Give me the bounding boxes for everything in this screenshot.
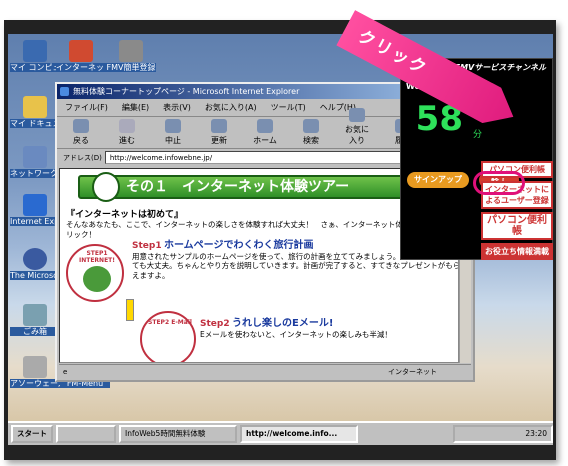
computer-icon	[23, 40, 47, 62]
system-tray: 23:20	[453, 425, 553, 443]
desktop-icon-recycle-bin[interactable]: ごみ箱	[10, 304, 60, 336]
desktop-icon-my-computer[interactable]: マイ コンピュータ	[10, 40, 60, 72]
menu-edit[interactable]: 編集(E)	[122, 99, 149, 116]
start-button[interactable]: スタート	[11, 425, 53, 443]
search-icon	[303, 119, 319, 133]
divider-marker	[126, 299, 134, 321]
desktop-icon-msn[interactable]: The Microsoft Network (J)	[10, 248, 60, 280]
search-button[interactable]: 検索	[297, 119, 325, 146]
task-infoweb[interactable]: InfoWeb5時間無料体験	[119, 425, 237, 443]
menu-tools[interactable]: ツール(T)	[271, 99, 306, 116]
step1-stamp[interactable]: STEP1 INTERNET!	[66, 244, 124, 302]
msn-icon	[23, 248, 47, 270]
ie-small-icon	[60, 87, 69, 96]
network-icon	[23, 146, 47, 168]
desktop-icon-fmv-register[interactable]: FMV簡単登録	[106, 40, 156, 72]
step2-block[interactable]: Step2 うれし楽しのEメール! Eメールを使わないと、インターネットの楽しみ…	[200, 318, 458, 339]
quit-highlight-ring	[473, 171, 525, 195]
address-label: アドレス(D)	[63, 153, 102, 162]
page-heading: 『インターネットは初めて』	[66, 210, 184, 220]
step1-link[interactable]: ホームページでわくわく旅行計画	[164, 240, 314, 251]
menu-view[interactable]: 表示(V)	[163, 99, 191, 116]
signup-button[interactable]: サインアップ	[407, 172, 469, 188]
ie-icon	[23, 194, 47, 216]
home-button[interactable]: ホーム	[251, 119, 279, 146]
tour-banner[interactable]: その１ インターネット体験ツアー	[78, 172, 448, 202]
mascot-icon	[83, 266, 111, 292]
recycle-bin-icon	[23, 304, 47, 326]
desktop-icon-my-documents[interactable]: マイ ドキュメント	[10, 96, 60, 128]
menu-file[interactable]: ファイル(F)	[65, 99, 108, 116]
stop-button[interactable]: 中止	[159, 119, 187, 146]
favorites-icon	[349, 108, 365, 122]
desktop-icon-network[interactable]: ネットワーク コンピュータ	[10, 146, 60, 178]
sidebar-item-handbook[interactable]: パソコン便利帳	[481, 212, 553, 240]
sidebar-item-tips[interactable]: お役立ち情報満載	[481, 243, 553, 260]
status-bar: e インターネット	[59, 364, 471, 378]
status-page-icon: e	[63, 368, 68, 376]
timer-unit: 分	[473, 130, 483, 140]
refresh-button[interactable]: 更新	[205, 119, 233, 146]
connect-icon	[69, 40, 93, 62]
back-arrow-icon	[73, 119, 89, 133]
window-title: 無料体験コーナートップページ - Microsoft Internet Expl…	[73, 87, 300, 96]
page-content: その１ インターネット体験ツアー 『インターネットは初めて』 そんなあなたも、こ…	[59, 168, 459, 363]
click-callout: クリック	[340, 0, 460, 80]
disk-icon	[23, 356, 47, 378]
quick-launch[interactable]	[56, 425, 116, 443]
back-button[interactable]: 戻る	[67, 119, 95, 146]
status-zone: インターネット	[388, 368, 437, 376]
step2-body: Eメールを使わないと、インターネットの楽しみも半減！	[200, 329, 392, 339]
taskbar: スタート InfoWeb5時間無料体験 http://welcome.info.…	[8, 421, 553, 445]
task-browser[interactable]: http://welcome.info...	[240, 425, 358, 443]
forward-arrow-icon	[119, 119, 135, 133]
folder-icon	[23, 96, 47, 118]
desktop-icon-ie[interactable]: Internet Explorer	[10, 194, 60, 226]
home-icon	[257, 119, 273, 133]
register-icon	[119, 40, 143, 62]
forward-button[interactable]: 進む	[113, 119, 141, 146]
clock: 23:20	[525, 429, 547, 438]
fish-mascot-icon	[92, 172, 120, 202]
menu-favorites[interactable]: お気に入り(A)	[205, 99, 257, 116]
stop-icon	[165, 119, 181, 133]
favorites-button[interactable]: お気に入り	[343, 108, 371, 146]
step2-stamp[interactable]: STEP2 E-Mail	[140, 311, 196, 362]
refresh-icon	[211, 119, 227, 133]
desktop-icon-freeware[interactable]: アソーウェーズ	[10, 356, 60, 388]
step2-link[interactable]: うれし楽しのEメール!	[232, 318, 333, 329]
desktop-icon-connect[interactable]: インターネットに接続	[56, 40, 106, 72]
